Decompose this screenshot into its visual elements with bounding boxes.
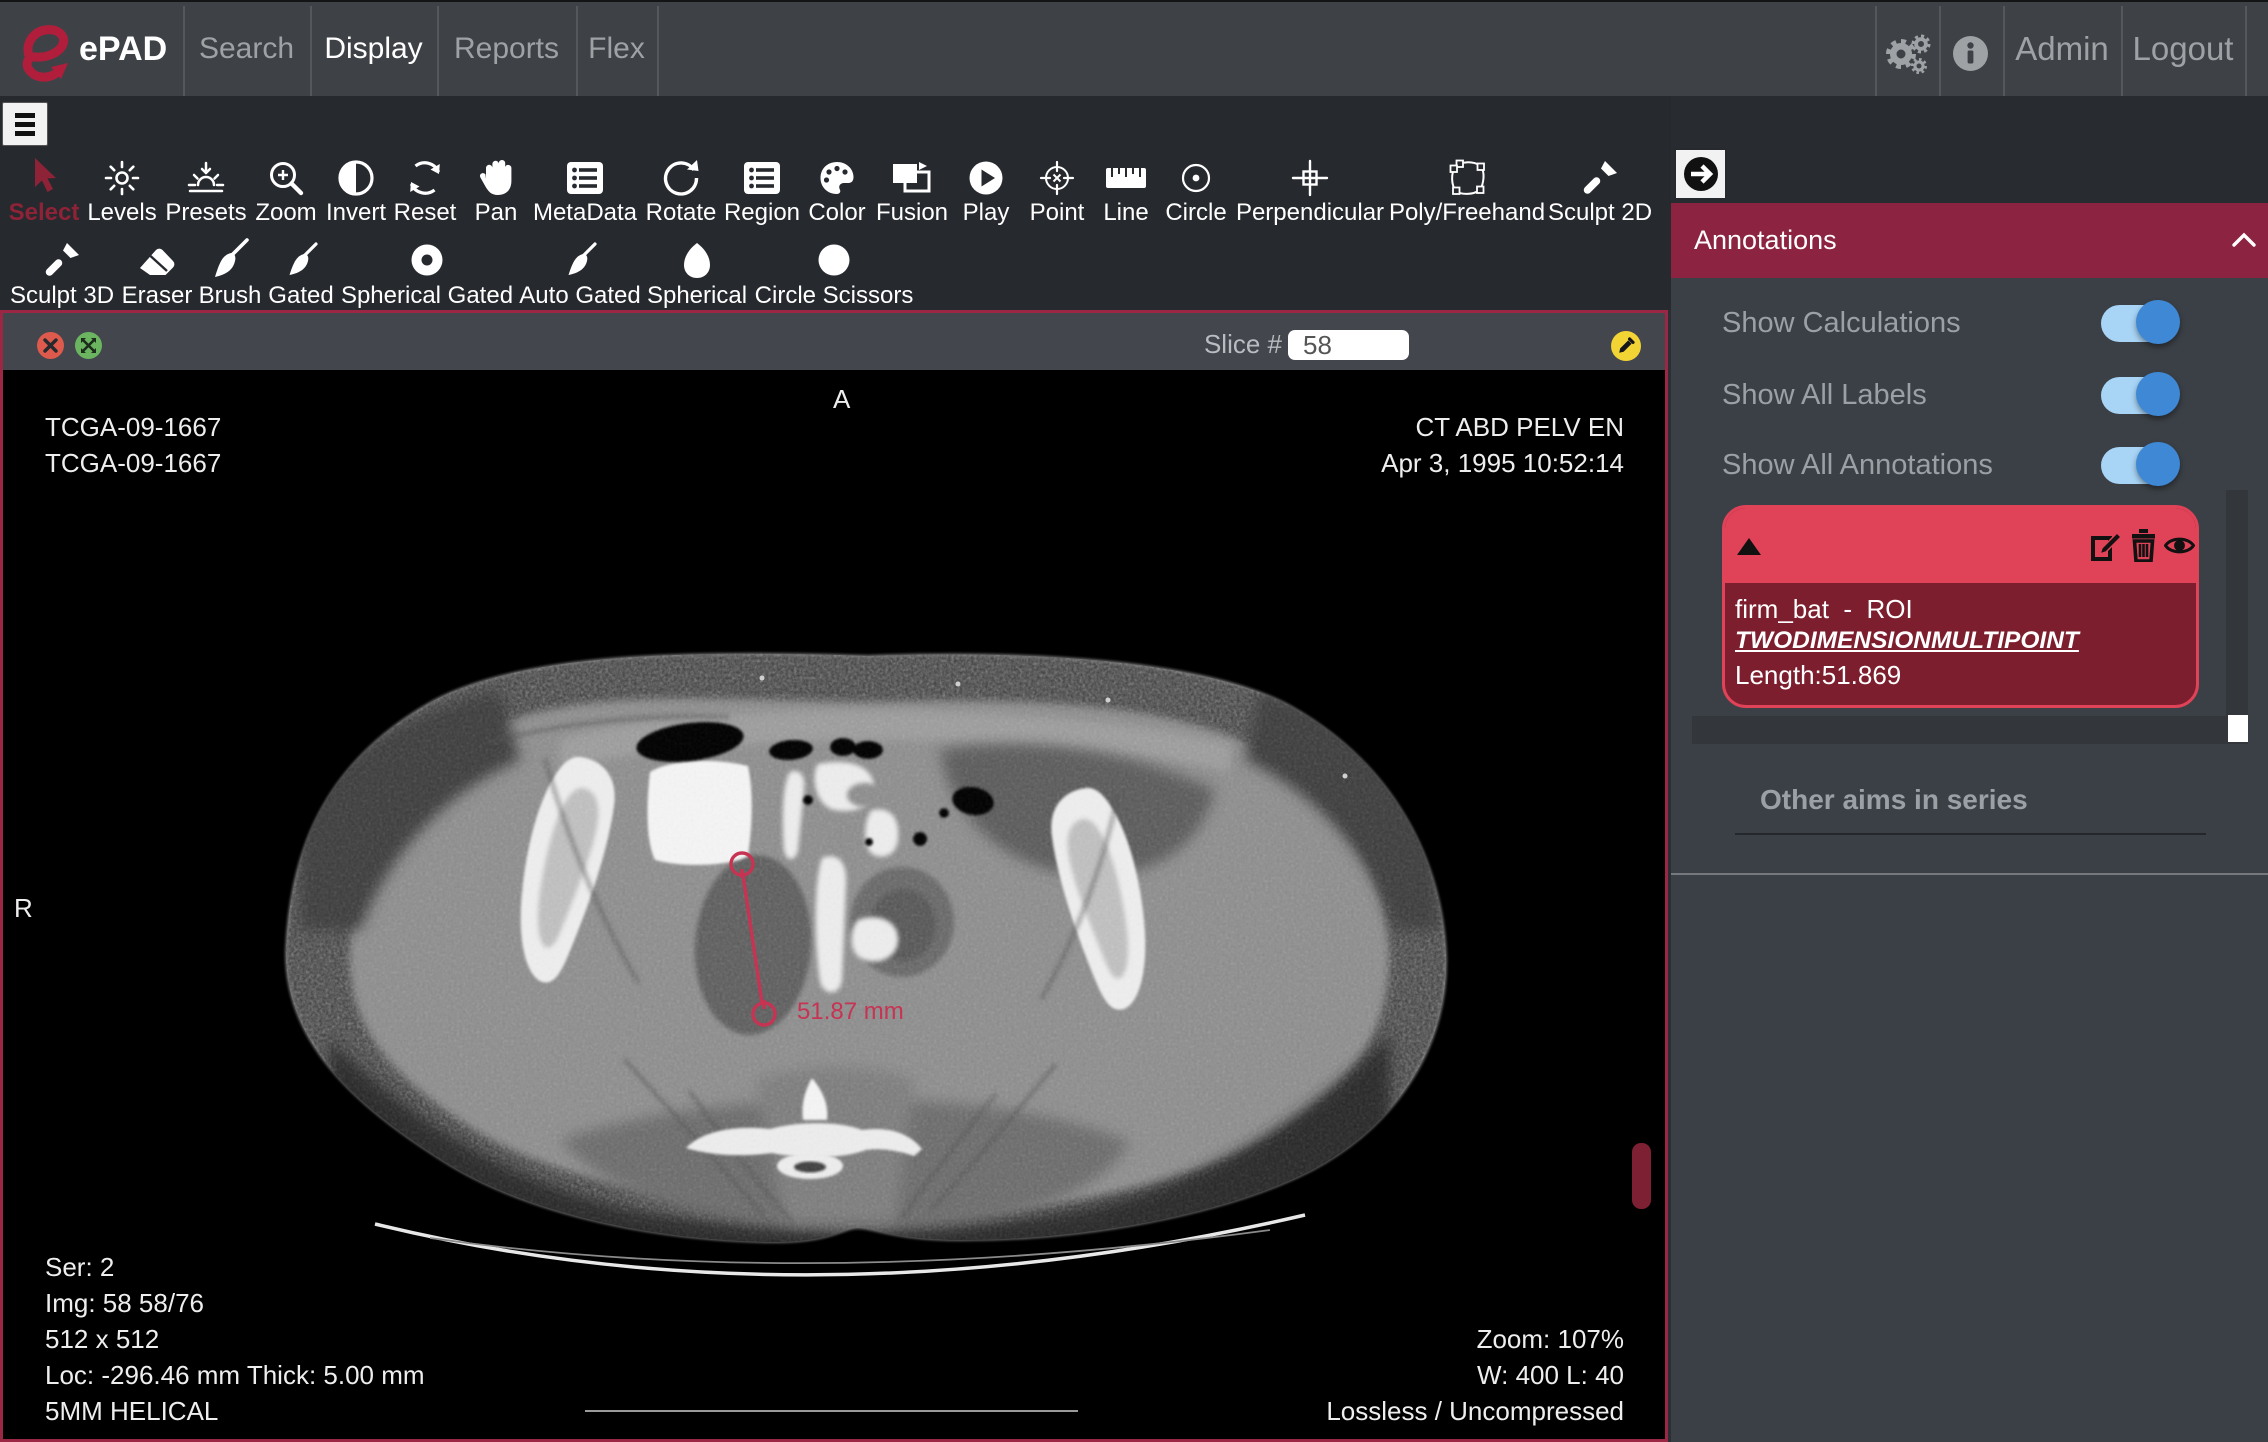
svg-text:51.87 mm: 51.87 mm — [797, 998, 904, 1025]
